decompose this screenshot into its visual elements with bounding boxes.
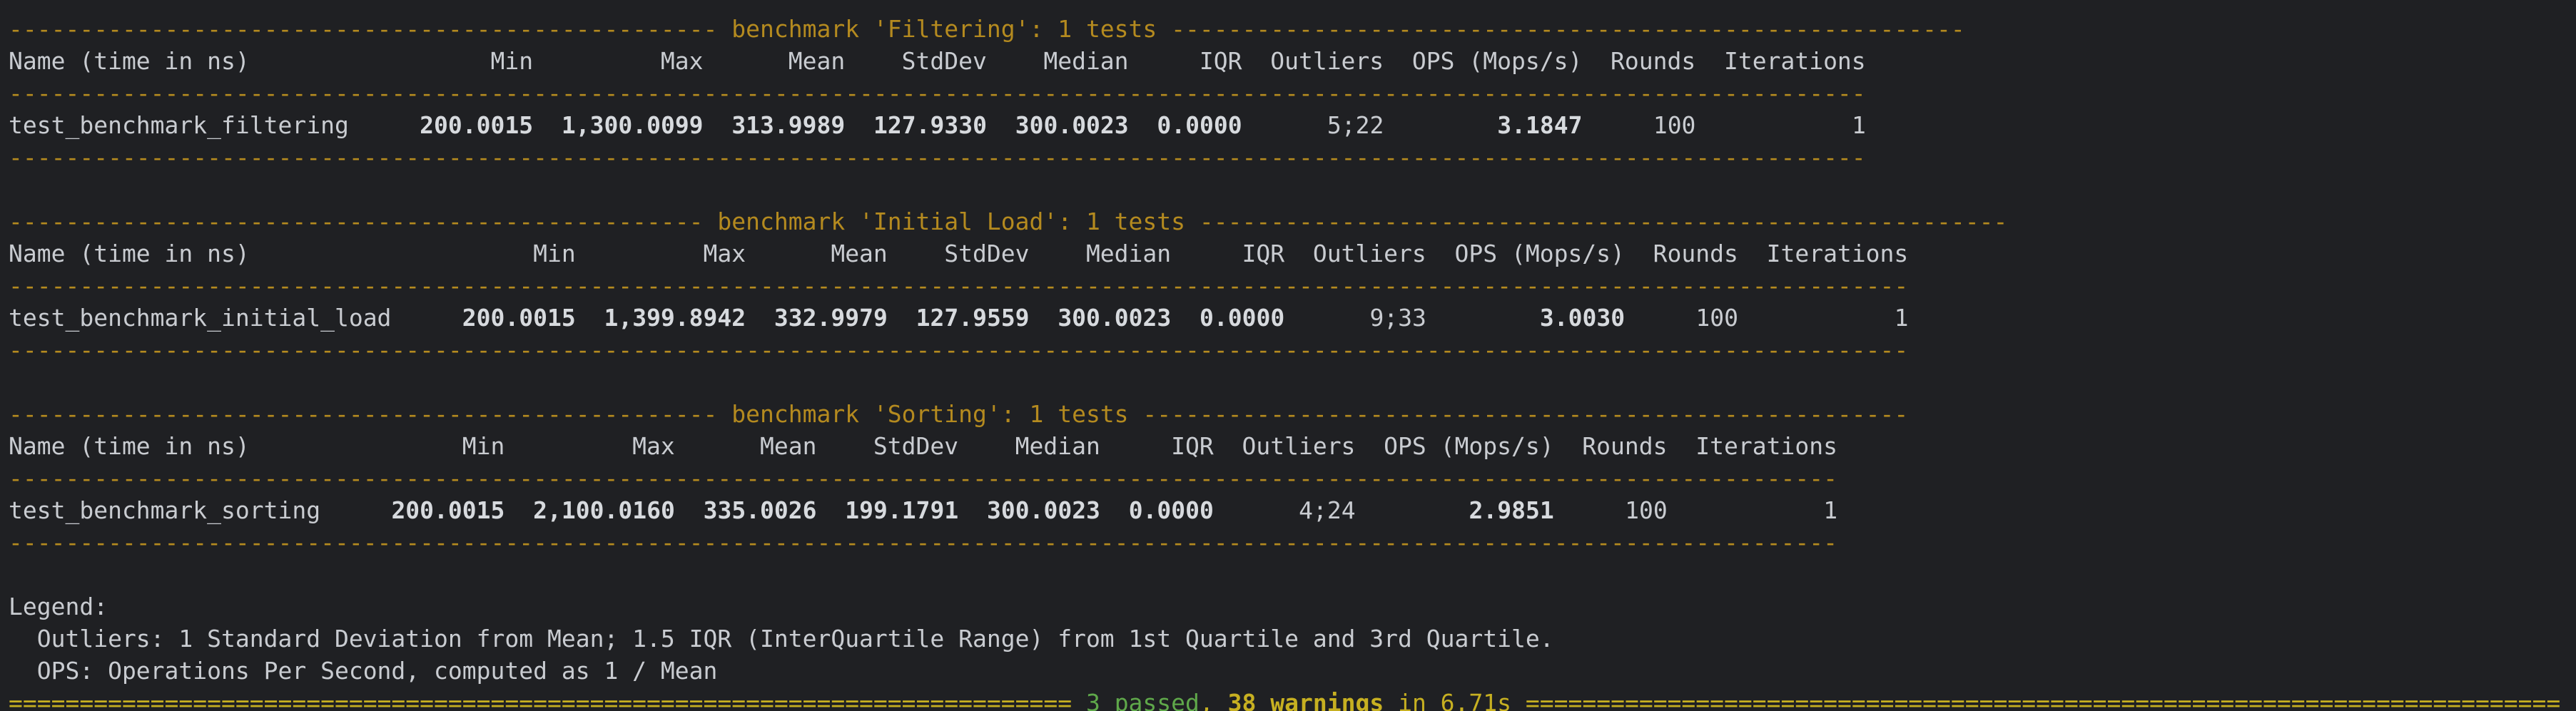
rounds-iterations: 100 1: [1582, 111, 1866, 139]
stddev-value: 199.1791: [845, 496, 959, 524]
median-value: 300.0023: [1015, 111, 1129, 139]
summary-left-rule: ========================================…: [9, 689, 1086, 711]
min-value: 200.0015: [462, 304, 576, 332]
summary-line: ========================================…: [9, 687, 2576, 711]
summary-right-rule: ========================================…: [1511, 689, 2561, 711]
table-separator: ----------------------------------------…: [9, 528, 1837, 556]
duration-text: in 6.71s: [1384, 689, 1512, 711]
ops-value: 3.1847: [1497, 111, 1583, 139]
max-value: 1,300.0099: [561, 111, 704, 139]
table-separator: ----------------------------------------…: [9, 272, 1909, 300]
benchmark-title-filtering: ----------------------------------------…: [9, 15, 1965, 43]
table-separator: ----------------------------------------…: [9, 464, 1837, 492]
stddev-value: 127.9559: [916, 304, 1030, 332]
table-row: test_benchmark_initial_load 200.0015 1,3…: [9, 302, 2576, 334]
benchmark-title-sorting: ----------------------------------------…: [9, 400, 1909, 428]
benchmark-title-initial-load: ----------------------------------------…: [9, 208, 2008, 235]
iqr-value: 0.0000: [1200, 304, 1285, 332]
outliers-value: 9;33: [1284, 304, 1540, 332]
test-name: test_benchmark_filtering: [9, 111, 420, 139]
ops-value: 2.9851: [1469, 496, 1554, 524]
table-row: test_benchmark_filtering 200.0015 1,300.…: [9, 109, 2576, 141]
iqr-value: 0.0000: [1157, 111, 1242, 139]
median-value: 300.0023: [986, 496, 1100, 524]
max-value: 1,399.8942: [604, 304, 746, 332]
table-separator: ----------------------------------------…: [9, 79, 1866, 107]
mean-value: 335.0026: [703, 496, 817, 524]
summary-comma: ,: [1199, 689, 1228, 711]
table-header: Name (time in ns) Min Max Mean StdDev Me…: [9, 240, 1909, 267]
passed-count: 3 passed: [1085, 689, 1200, 711]
mean-value: 332.9979: [774, 304, 888, 332]
table-header: Name (time in ns) Min Max Mean StdDev Me…: [9, 47, 1866, 75]
rounds-iterations: 100 1: [1553, 496, 1838, 524]
rounds-iterations: 100 1: [1625, 304, 1909, 332]
legend-ops: OPS: Operations Per Second, computed as …: [9, 657, 718, 685]
outliers-value: 5;22: [1242, 111, 1498, 139]
warnings-count: 38 warnings: [1227, 689, 1384, 711]
table-row: test_benchmark_sorting 200.0015 2,100.01…: [9, 494, 2576, 526]
mean-value: 313.9989: [731, 111, 846, 139]
ops-value: 3.0030: [1539, 304, 1626, 332]
test-name: test_benchmark_initial_load: [9, 304, 462, 332]
max-value: 2,100.0160: [533, 496, 675, 524]
min-value: 200.0015: [420, 111, 534, 139]
test-name: test_benchmark_sorting: [9, 496, 392, 524]
table-separator: ----------------------------------------…: [9, 336, 1909, 364]
iqr-value: 0.0000: [1128, 496, 1214, 524]
outliers-value: 4;24: [1213, 496, 1469, 524]
legend-outliers: Outliers: 1 Standard Deviation from Mean…: [9, 625, 1554, 653]
table-separator: ----------------------------------------…: [9, 143, 1866, 171]
legend-title: Legend:: [9, 593, 108, 620]
stddev-value: 127.9330: [873, 111, 987, 139]
table-header: Name (time in ns) Min Max Mean StdDev Me…: [9, 432, 1837, 460]
min-value: 200.0015: [391, 496, 505, 524]
terminal-output: ----------------------------------------…: [0, 0, 2576, 711]
median-value: 300.0023: [1058, 304, 1172, 332]
